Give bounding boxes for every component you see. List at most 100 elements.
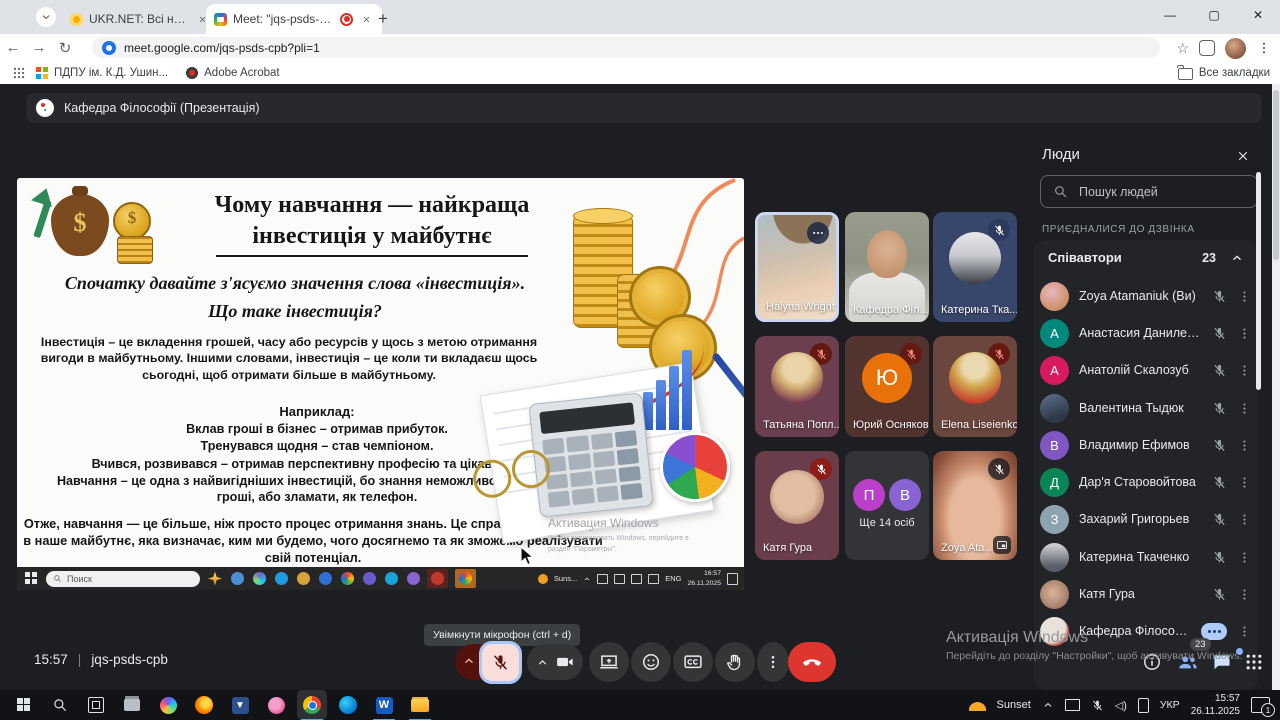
participant-options-icon[interactable]	[1237, 512, 1252, 527]
mic-off-icon[interactable]	[1212, 401, 1227, 416]
participant-row[interactable]: Валентина Тыдюк	[1040, 390, 1252, 426]
copilot-app-icon[interactable]	[156, 693, 180, 717]
apps-grid-icon[interactable]	[12, 66, 26, 80]
mic-off-icon[interactable]	[1212, 587, 1227, 602]
participant-video-tile[interactable]: Катя Гура	[755, 451, 839, 560]
browser-tab-ukrnet[interactable]: UKR.NET: Всі новини України	[62, 4, 218, 34]
participant-video-tile[interactable]: Elena Liseienko	[933, 336, 1017, 437]
file-explorer-icon[interactable]	[408, 693, 432, 717]
activities-button[interactable]	[1242, 650, 1266, 674]
edge-app-icon[interactable]	[336, 693, 360, 717]
new-tab-button[interactable]: +	[372, 8, 394, 30]
site-info-icon[interactable]	[102, 41, 116, 55]
participant-options-icon[interactable]	[1237, 363, 1252, 378]
more-participants-tile[interactable]: П В Ще 14 осіб	[845, 451, 929, 560]
mic-off-icon[interactable]	[1212, 512, 1227, 527]
printer-app-icon[interactable]	[120, 693, 144, 717]
task-view-button[interactable]	[84, 693, 108, 717]
camera-control-group[interactable]	[527, 644, 583, 680]
raise-hand-button[interactable]	[715, 642, 755, 682]
mic-off-icon[interactable]	[1212, 438, 1227, 453]
people-panel-close-icon[interactable]	[1234, 147, 1252, 165]
tray-mic-icon[interactable]	[1091, 699, 1104, 712]
notification-center-icon[interactable]: 1	[1251, 697, 1270, 713]
firefox-app-icon[interactable]	[192, 693, 216, 717]
start-button[interactable]	[12, 693, 36, 717]
people-search-box[interactable]	[1040, 175, 1258, 208]
mic-off-icon[interactable]	[1212, 475, 1227, 490]
mic-off-icon	[491, 653, 510, 672]
participant-row[interactable]: Д Дар'я Старовойтова	[1040, 464, 1252, 500]
photos-app-icon[interactable]	[264, 693, 288, 717]
camera-icon[interactable]	[556, 653, 574, 671]
bookmark-star-icon[interactable]: ☆	[1176, 40, 1189, 57]
participant-options-icon[interactable]	[1237, 550, 1252, 565]
participant-video-tile[interactable]: Татьяна Попл...	[755, 336, 839, 437]
participant-options-icon[interactable]	[1237, 401, 1252, 416]
end-call-button[interactable]	[788, 642, 836, 682]
participant-options-icon[interactable]	[1237, 587, 1252, 602]
url-bar[interactable]: meet.google.com/jqs-psds-cpb?pli=1	[92, 37, 1160, 58]
mic-off-icon[interactable]	[1212, 326, 1227, 341]
bookmark-item[interactable]: ПДПУ ім. К.Д. Ушин...	[36, 67, 168, 79]
page-scrollbar-thumb[interactable]	[1273, 90, 1279, 260]
mic-off-icon[interactable]	[1212, 289, 1227, 304]
browser-profile-avatar[interactable]	[1225, 38, 1246, 59]
participant-row[interactable]: А Анатолій Скалозуб	[1040, 352, 1252, 388]
bookmark-item[interactable]: Adobe Acrobat	[186, 67, 279, 79]
back-button[interactable]: ←	[0, 39, 26, 56]
chrome-app-icon[interactable]	[300, 693, 324, 717]
display-icon[interactable]	[1065, 699, 1080, 711]
volume-icon[interactable]: ◁)	[1115, 699, 1127, 712]
tab-search-button[interactable]	[36, 7, 56, 27]
participant-row[interactable]: З Захарий Григорьев	[1040, 501, 1252, 537]
participant-row[interactable]: В Владимир Ефимов	[1040, 427, 1252, 463]
weather-icon[interactable]	[969, 699, 986, 711]
picture-in-picture-icon[interactable]	[993, 536, 1011, 554]
participant-video-tile[interactable]: Катерина Тка...	[933, 212, 1017, 322]
mic-toggle-button[interactable]	[479, 641, 522, 684]
browser-tab-meet[interactable]: Meet: "jqs-psds-cpb"	[206, 4, 382, 34]
phone-link-icon[interactable]	[1138, 698, 1149, 713]
participant-row[interactable]: Катя Гура	[1040, 576, 1252, 612]
contributors-group-header[interactable]: Співавтори 23	[1048, 250, 1244, 265]
participant-video-tile[interactable]: Zoya Ata...	[933, 451, 1017, 560]
captions-button[interactable]	[673, 642, 713, 682]
participant-row[interactable]: А Анастасия Даниленко	[1040, 315, 1252, 351]
weather-label[interactable]: Sunset	[997, 699, 1031, 711]
tray-expand-chevron-icon[interactable]	[1042, 699, 1054, 711]
present-screen-button[interactable]	[589, 642, 629, 682]
tile-options-icon[interactable]	[807, 222, 829, 244]
more-options-button[interactable]	[757, 642, 789, 682]
mic-off-icon[interactable]	[1212, 363, 1227, 378]
participant-options-icon[interactable]	[1237, 289, 1252, 304]
reload-button[interactable]: ↻	[52, 39, 78, 57]
mic-off-icon[interactable]	[1212, 550, 1227, 565]
window-minimize-button[interactable]: —	[1148, 0, 1192, 30]
participant-video-tile[interactable]: Кафедра Філ...	[845, 212, 929, 322]
participant-options-icon[interactable]	[1237, 326, 1252, 341]
participant-row[interactable]: Zoya Atamaniuk (Ви)	[1040, 278, 1252, 314]
window-close-button[interactable]: ✕	[1236, 0, 1280, 30]
participant-options-icon[interactable]	[1237, 438, 1252, 453]
taskbar-search-button[interactable]	[48, 693, 72, 717]
taskbar-clock[interactable]: 15:5726.11.2025	[1191, 692, 1240, 718]
media-app-icon[interactable]: ▼	[228, 693, 252, 717]
participant-video-tile[interactable]: Ю Юрий Осняков	[845, 336, 929, 437]
participant-options-icon[interactable]	[1237, 475, 1252, 490]
people-list-scrollbar[interactable]	[1256, 172, 1261, 390]
language-indicator[interactable]: УКР	[1160, 699, 1180, 711]
collapse-chevron-icon[interactable]	[1230, 251, 1244, 265]
all-bookmarks-button[interactable]: Все закладки	[1178, 66, 1270, 80]
participant-row[interactable]: Катерина Ткаченко	[1040, 539, 1252, 575]
side-panel-icon[interactable]	[1199, 40, 1215, 56]
mic-options-chevron-icon[interactable]	[462, 654, 476, 668]
word-app-icon[interactable]: W	[372, 693, 396, 717]
people-search-input[interactable]	[1077, 184, 1221, 200]
window-maximize-button[interactable]: ▢	[1192, 0, 1236, 30]
camera-options-chevron-icon[interactable]	[536, 656, 549, 669]
browser-menu-icon[interactable]	[1256, 40, 1272, 56]
participant-video-tile[interactable]: Halyna Wright	[755, 212, 839, 322]
forward-button[interactable]: →	[26, 39, 52, 56]
reactions-button[interactable]	[631, 642, 671, 682]
